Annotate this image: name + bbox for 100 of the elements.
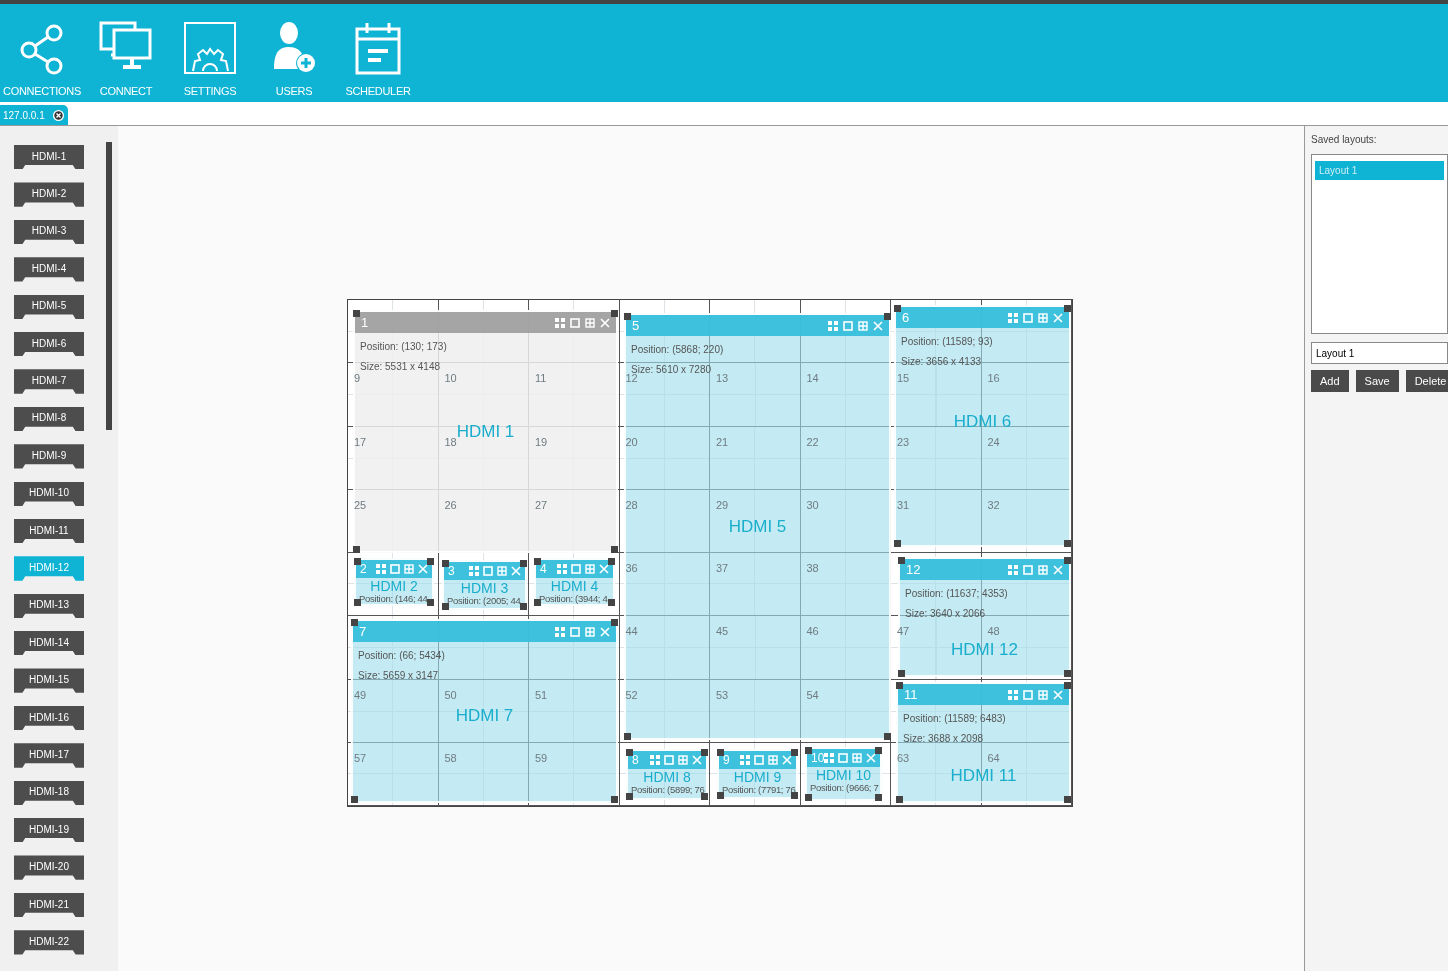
input-source-button[interactable]: HDMI-9 bbox=[14, 444, 84, 469]
grid-window-icon[interactable] bbox=[1038, 689, 1048, 700]
resize-handle[interactable] bbox=[427, 558, 434, 565]
grid-window-icon[interactable] bbox=[1038, 312, 1048, 323]
resize-handle[interactable] bbox=[894, 540, 901, 547]
input-source-button[interactable]: HDMI-22 bbox=[14, 930, 84, 955]
grid-window-icon[interactable] bbox=[858, 320, 868, 331]
resize-handle[interactable] bbox=[701, 793, 708, 800]
resize-handle[interactable] bbox=[351, 796, 358, 803]
maximize-icon[interactable] bbox=[1023, 312, 1033, 323]
input-source-button[interactable]: HDMI-2 bbox=[14, 182, 84, 207]
resize-handle[interactable] bbox=[442, 603, 449, 610]
resize-handle[interactable] bbox=[1064, 796, 1071, 803]
maximize-icon[interactable] bbox=[1023, 564, 1033, 575]
input-source-button[interactable]: HDMI-11 bbox=[14, 518, 84, 544]
close-icon[interactable] bbox=[52, 109, 64, 121]
resize-handle[interactable] bbox=[608, 599, 615, 606]
video-window[interactable]: 3 HDMI 3 Position: (2005; 44 bbox=[442, 560, 527, 610]
tiles-icon[interactable] bbox=[555, 317, 565, 328]
layout-name-field[interactable]: Layout 1 bbox=[1311, 342, 1448, 364]
tiles-icon[interactable] bbox=[824, 753, 835, 763]
window-number: 6 bbox=[902, 310, 911, 325]
resize-handle[interactable] bbox=[898, 557, 905, 564]
cell-number: 54 bbox=[806, 688, 819, 701]
input-source-button[interactable]: HDMI-3 bbox=[14, 219, 84, 245]
grid-window-icon[interactable] bbox=[585, 317, 595, 328]
resize-handle[interactable] bbox=[427, 599, 434, 606]
grid-window-icon[interactable] bbox=[585, 626, 595, 637]
source-label: HDMI 12 bbox=[950, 640, 1019, 660]
grid-window-icon[interactable] bbox=[404, 564, 414, 574]
maximize-icon[interactable] bbox=[1023, 689, 1033, 700]
input-source-button[interactable]: HDMI-15 bbox=[14, 668, 84, 693]
maximize-icon[interactable] bbox=[838, 753, 849, 763]
input-source-button[interactable]: HDMI-8 bbox=[14, 406, 84, 432]
tiles-icon[interactable] bbox=[1008, 564, 1018, 575]
tiles-icon[interactable] bbox=[555, 626, 565, 637]
tiles-icon[interactable] bbox=[557, 564, 567, 574]
input-source-button[interactable]: HDMI-21 bbox=[14, 892, 84, 918]
input-source-button[interactable]: HDMI-19 bbox=[14, 818, 84, 843]
tiles-icon[interactable] bbox=[376, 564, 386, 574]
resize-handle[interactable] bbox=[626, 793, 633, 800]
size-text: Size: 5659 x 3147 bbox=[358, 669, 439, 683]
resize-handle[interactable] bbox=[1064, 305, 1071, 312]
input-source-button[interactable]: HDMI-20 bbox=[14, 855, 84, 880]
grid-window-icon[interactable] bbox=[497, 566, 507, 576]
resize-handle[interactable] bbox=[354, 599, 361, 606]
grid-window-icon[interactable] bbox=[852, 753, 863, 763]
input-source-button[interactable]: HDMI-4 bbox=[14, 257, 84, 282]
tiles-icon[interactable] bbox=[828, 320, 838, 331]
grid-window-icon[interactable] bbox=[678, 755, 688, 765]
cell-number: 32 bbox=[987, 498, 1000, 511]
tiles-icon[interactable] bbox=[1008, 312, 1018, 323]
maximize-icon[interactable] bbox=[754, 755, 764, 765]
resize-handle[interactable] bbox=[624, 733, 631, 740]
resize-handle[interactable] bbox=[701, 749, 708, 756]
tiles-icon[interactable] bbox=[1008, 689, 1018, 700]
input-source-button[interactable]: HDMI-13 bbox=[14, 593, 84, 619]
video-window[interactable]: 10 HDMI 10 Position: (9666; 7 bbox=[805, 747, 882, 801]
resize-handle[interactable] bbox=[717, 792, 724, 799]
maximize-icon[interactable] bbox=[570, 317, 580, 328]
resize-handle[interactable] bbox=[353, 310, 360, 317]
resize-handle[interactable] bbox=[351, 619, 358, 626]
input-source-button[interactable]: HDMI-5 bbox=[14, 294, 84, 319]
grid-window-icon[interactable] bbox=[1038, 564, 1048, 575]
input-source-button[interactable]: HDMI-1 bbox=[14, 145, 84, 170]
layout-button[interactable]: Add bbox=[1311, 370, 1349, 392]
input-source-button[interactable]: HDMI-7 bbox=[14, 369, 84, 394]
video-window[interactable]: 2 HDMI 2 Position: (146; 44 bbox=[354, 558, 434, 606]
input-source-button[interactable]: HDMI-6 bbox=[14, 331, 84, 357]
tiles-icon[interactable] bbox=[469, 566, 479, 576]
resize-handle[interactable] bbox=[611, 619, 618, 626]
maximize-icon[interactable] bbox=[570, 626, 580, 637]
maximize-icon[interactable] bbox=[571, 564, 581, 574]
maximize-icon[interactable] bbox=[664, 755, 674, 765]
input-source-button[interactable]: HDMI-18 bbox=[14, 780, 84, 806]
grid-window-icon[interactable] bbox=[585, 564, 595, 574]
video-window[interactable]: 8 HDMI 8 Position: (5899; 76 bbox=[626, 749, 708, 800]
scrollbar[interactable] bbox=[106, 142, 112, 430]
tiles-icon[interactable] bbox=[650, 755, 660, 765]
input-source-button[interactable]: HDMI-16 bbox=[14, 705, 84, 731]
video-window[interactable]: 4 HDMI 4 Position: (3944; 4 bbox=[534, 558, 615, 606]
maximize-icon[interactable] bbox=[483, 566, 493, 576]
resize-handle[interactable] bbox=[442, 560, 449, 567]
resize-handle[interactable] bbox=[717, 749, 724, 756]
layout-button[interactable]: Delete bbox=[1405, 370, 1448, 392]
resize-handle[interactable] bbox=[611, 796, 618, 803]
resize-handle[interactable] bbox=[626, 749, 633, 756]
input-source-button[interactable]: HDMI-14 bbox=[14, 631, 84, 656]
resize-handle[interactable] bbox=[896, 796, 903, 803]
gear-picture-icon bbox=[183, 21, 237, 75]
tiles-icon[interactable] bbox=[740, 755, 750, 765]
resize-handle[interactable] bbox=[1064, 540, 1071, 547]
maximize-icon[interactable] bbox=[390, 564, 400, 574]
resize-handle[interactable] bbox=[875, 794, 882, 801]
maximize-icon[interactable] bbox=[843, 320, 853, 331]
resize-handle[interactable] bbox=[1064, 557, 1071, 564]
layout-button[interactable]: Save bbox=[1355, 370, 1399, 392]
grid-window-icon[interactable] bbox=[768, 755, 778, 765]
input-source-button[interactable]: HDMI-17 bbox=[14, 743, 84, 768]
input-source-button[interactable]: HDMI-10 bbox=[14, 481, 84, 506]
